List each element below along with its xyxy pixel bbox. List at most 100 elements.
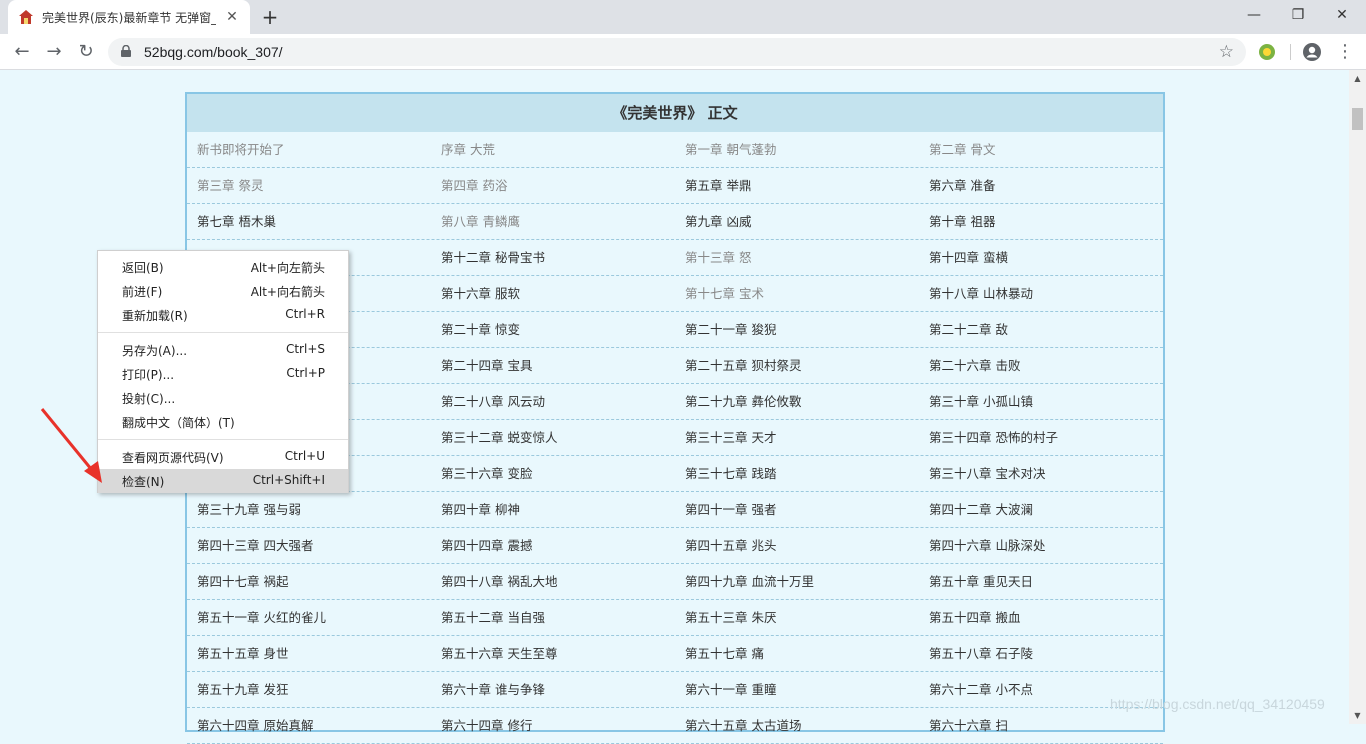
chapter-link[interactable]: 第八章 青鳞鹰 (431, 204, 675, 239)
chapter-link[interactable]: 第四十六章 山脉深处 (919, 528, 1163, 563)
chapter-link[interactable]: 第二十八章 风云动 (431, 384, 675, 419)
table-row: 新书即将开始了 序章 大荒 第一章 朝气蓬勃 第二章 骨文 (187, 132, 1163, 168)
chapter-link[interactable]: 第四十九章 血流十万里 (675, 564, 919, 599)
window-close-button[interactable]: ✕ (1322, 4, 1362, 28)
table-row: 第四十三章 四大强者 第四十四章 震撼 第四十五章 兆头 第四十六章 山脉深处 (187, 528, 1163, 564)
chapter-link[interactable]: 第四十二章 大波澜 (919, 492, 1163, 527)
chapter-link[interactable]: 序章 大荒 (431, 132, 675, 167)
context-menu-item[interactable]: 查看网页源代码(V) Ctrl+U (98, 445, 348, 469)
chapter-link[interactable]: 第五十九章 发狂 (187, 672, 431, 707)
minimize-button[interactable]: — (1234, 4, 1274, 28)
chapter-link[interactable]: 第三十六章 变脸 (431, 456, 675, 491)
chapter-link[interactable]: 第六十五章 太古道场 (675, 708, 919, 743)
chapter-link[interactable]: 第三十七章 践踏 (675, 456, 919, 491)
chapter-link[interactable]: 第二十五章 狈村祭灵 (675, 348, 919, 383)
vertical-scrollbar[interactable]: ▲ ▼ (1349, 70, 1366, 724)
context-menu-item[interactable]: 投射(C)... (98, 386, 348, 410)
chapter-link[interactable]: 第三十二章 蜕变惊人 (431, 420, 675, 455)
chapter-link[interactable]: 第五十五章 身世 (187, 636, 431, 671)
reload-button[interactable]: ↻ (74, 40, 98, 64)
browser-tab[interactable]: 完美世界(辰东)最新章节 无弹窗_ ✕ (8, 0, 250, 34)
tab-title: 完美世界(辰东)最新章节 无弹窗_ (42, 10, 216, 25)
menu-item-label: 打印(P)... (122, 368, 175, 382)
context-menu-item[interactable]: 打印(P)... Ctrl+P (98, 362, 348, 386)
context-menu-item[interactable]: 检查(N) Ctrl+Shift+I (98, 469, 348, 493)
chapter-link[interactable]: 第三十三章 天才 (675, 420, 919, 455)
chapter-link[interactable]: 第四十章 柳神 (431, 492, 675, 527)
toolbar-divider (1290, 44, 1291, 60)
chapter-link[interactable]: 第二十六章 击败 (919, 348, 1163, 383)
chapter-link[interactable]: 第六十一章 重瞳 (675, 672, 919, 707)
context-menu-item[interactable]: 重新加载(R) Ctrl+R (98, 303, 348, 327)
table-row: 第三章 祭灵 第四章 药浴 第五章 举鼎 第六章 准备 (187, 168, 1163, 204)
forward-button[interactable]: → (42, 40, 66, 64)
chapter-link[interactable]: 第二十九章 彝伦攸斁 (675, 384, 919, 419)
profile-icon[interactable] (1302, 42, 1322, 62)
chapter-link[interactable]: 第十章 祖器 (919, 204, 1163, 239)
chapter-link[interactable]: 第四十七章 祸起 (187, 564, 431, 599)
chapter-link[interactable]: 第十八章 山林暴动 (919, 276, 1163, 311)
chapter-link[interactable]: 第五十二章 当自强 (431, 600, 675, 635)
chapter-link[interactable]: 第二十四章 宝具 (431, 348, 675, 383)
chapter-link[interactable]: 第五十一章 火红的雀儿 (187, 600, 431, 635)
chapter-link[interactable]: 第六十四章 原始真解 (187, 708, 431, 743)
chapter-link[interactable]: 第三十章 小孤山镇 (919, 384, 1163, 419)
chapter-link[interactable]: 第四十三章 四大强者 (187, 528, 431, 563)
extension-icon[interactable] (1257, 42, 1277, 62)
context-menu-item[interactable]: 翻成中文（简体）(T) (98, 410, 348, 434)
chapter-link[interactable]: 第三十九章 强与弱 (187, 492, 431, 527)
scroll-thumb[interactable] (1352, 108, 1363, 130)
context-menu-item[interactable]: 前进(F) Alt+向右箭头 (98, 279, 348, 303)
chapter-link[interactable]: 第七章 梧木巢 (187, 204, 431, 239)
chapter-link[interactable]: 第五十章 重见天日 (919, 564, 1163, 599)
chapter-link[interactable]: 第四十五章 兆头 (675, 528, 919, 563)
menu-item-shortcut: Ctrl+S (285, 342, 325, 356)
chapter-link[interactable]: 第二十一章 狻猊 (675, 312, 919, 347)
chapter-link[interactable]: 第五章 举鼎 (675, 168, 919, 203)
scroll-down-icon[interactable]: ▼ (1349, 707, 1366, 724)
chapter-link[interactable]: 第五十八章 石子陵 (919, 636, 1163, 671)
menu-item-label: 投射(C)... (122, 392, 176, 406)
chapter-link[interactable]: 新书即将开始了 (187, 132, 431, 167)
chapter-link[interactable]: 第十六章 服软 (431, 276, 675, 311)
back-button[interactable]: ← (10, 40, 34, 64)
menu-icon[interactable]: ⋮ (1336, 41, 1354, 63)
chapter-link[interactable]: 第四章 药浴 (431, 168, 675, 203)
chapter-link[interactable]: 第六十章 谁与争锋 (431, 672, 675, 707)
chapter-link[interactable]: 第十四章 蛮横 (919, 240, 1163, 275)
chapter-link[interactable]: 第六章 准备 (919, 168, 1163, 203)
chapter-link[interactable]: 第五十六章 天生至尊 (431, 636, 675, 671)
context-menu-item[interactable]: 返回(B) Alt+向左箭头 (98, 255, 348, 279)
chapter-link[interactable]: 第二章 骨文 (919, 132, 1163, 167)
scroll-up-icon[interactable]: ▲ (1349, 70, 1366, 87)
menu-item-label: 另存为(A)... (122, 344, 188, 358)
chapter-link[interactable]: 第四十一章 强者 (675, 492, 919, 527)
chapter-link[interactable]: 第四十四章 震撼 (431, 528, 675, 563)
chapter-link[interactable]: 第五十七章 痛 (675, 636, 919, 671)
chapter-link[interactable]: 第三十八章 宝术对决 (919, 456, 1163, 491)
book-title: 《完美世界》 正文 (187, 94, 1163, 132)
chapter-link[interactable]: 第十三章 怒 (675, 240, 919, 275)
context-menu-item[interactable]: 另存为(A)... Ctrl+S (98, 338, 348, 362)
menu-separator (98, 332, 348, 333)
restore-button[interactable]: ❐ (1278, 4, 1318, 28)
annotation-arrow-icon (40, 408, 102, 483)
tab-close-icon[interactable]: ✕ (224, 9, 240, 25)
chapter-link[interactable]: 第三章 祭灵 (187, 168, 431, 203)
chapter-link[interactable]: 第九章 凶威 (675, 204, 919, 239)
chapter-link[interactable]: 第六十四章 修行 (431, 708, 675, 743)
chapter-link[interactable]: 第十七章 宝术 (675, 276, 919, 311)
new-tab-button[interactable]: + (258, 5, 282, 29)
chapter-link[interactable]: 第四十八章 祸乱大地 (431, 564, 675, 599)
chapter-link[interactable]: 第三十四章 恐怖的村子 (919, 420, 1163, 455)
chapter-link[interactable]: 第十二章 秘骨宝书 (431, 240, 675, 275)
chapter-link[interactable]: 第五十三章 朱厌 (675, 600, 919, 635)
chapter-link[interactable]: 第二十章 惊变 (431, 312, 675, 347)
address-bar[interactable]: 52bqg.com/book_307/ ☆ (108, 38, 1246, 66)
star-icon[interactable]: ☆ (1219, 42, 1234, 62)
chapter-link[interactable]: 第六十六章 扫 (919, 708, 1163, 743)
chapter-link[interactable]: 第五十四章 搬血 (919, 600, 1163, 635)
chapter-link[interactable]: 第二十二章 敌 (919, 312, 1163, 347)
table-row: 第三十九章 强与弱 第四十章 柳神 第四十一章 强者 第四十二章 大波澜 (187, 492, 1163, 528)
chapter-link[interactable]: 第一章 朝气蓬勃 (675, 132, 919, 167)
